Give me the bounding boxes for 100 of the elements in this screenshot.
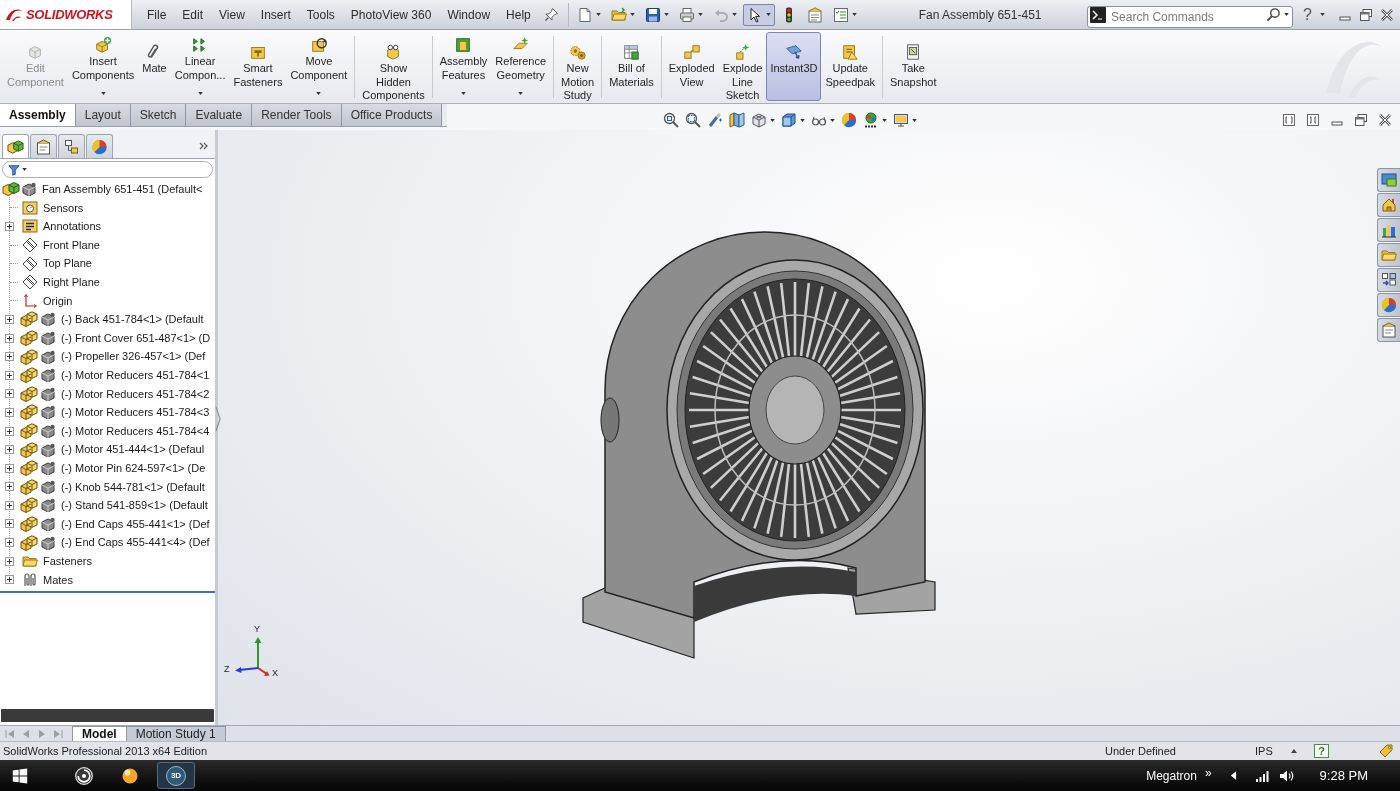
tree-item[interactable]: (-) Back 451-784<1> (Default (61, 311, 204, 328)
search-field[interactable]: Search Commands (1087, 5, 1294, 28)
bracket-frame-icon[interactable] (1306, 113, 1320, 127)
task-pane-tab[interactable] (1377, 193, 1400, 217)
plus-box-icon[interactable] (5, 370, 14, 380)
view-tool-button[interactable] (729, 112, 745, 128)
panel-tab[interactable] (2, 134, 29, 158)
horizontal-scrollbar[interactable] (1, 709, 214, 722)
model-tab[interactable]: Model (72, 726, 127, 741)
ribbon-button[interactable]: Explode Line Sketch (718, 32, 767, 101)
menu-item[interactable]: Help (498, 5, 539, 24)
restore-icon[interactable] (1359, 7, 1373, 22)
plus-box-icon[interactable] (5, 556, 14, 566)
triangle-icon[interactable] (1229, 770, 1237, 781)
task-pane-tab[interactable] (1377, 168, 1400, 192)
double-chevron-icon[interactable] (199, 141, 209, 151)
tree-item[interactable]: (-) Propeller 326-457<1> (Def (61, 348, 206, 365)
tree-item[interactable]: (-) Motor Reducers 451-784<3 (61, 404, 210, 421)
taskbar-app[interactable]: 3D (157, 762, 195, 789)
ribbon-button[interactable]: Smart Fasteners (229, 32, 287, 101)
command-tab[interactable]: Render Tools (252, 104, 342, 126)
plus-box-icon[interactable] (5, 575, 14, 585)
menu-item[interactable]: File (139, 5, 175, 24)
bracket-frame-icon[interactable] (1282, 113, 1296, 127)
tree-item[interactable]: (-) Motor Reducers 451-784<4 (61, 422, 210, 440)
ribbon-button[interactable]: Instant3D (766, 32, 822, 101)
search-icon[interactable] (1266, 6, 1282, 22)
plus-box-icon[interactable] (5, 463, 14, 473)
panel-tab[interactable] (30, 134, 57, 158)
tree-item[interactable]: Fasteners (43, 552, 92, 570)
caret-icon[interactable] (1320, 13, 1325, 16)
ribbon-button[interactable]: Bill of Materials (605, 32, 658, 101)
view-tool-button[interactable] (707, 112, 723, 128)
view-tool-button[interactable] (751, 112, 775, 128)
menu-item[interactable]: Window (439, 5, 499, 24)
panel-tab[interactable] (86, 134, 113, 158)
tree-item[interactable]: (-) Front Cover 651-487<1> (D (61, 329, 211, 347)
tree-item[interactable]: Fan Assembly 651-451 (Default< (42, 181, 203, 198)
task-pane-tab[interactable] (1377, 293, 1400, 317)
ribbon-button[interactable]: Take Snapshot (886, 32, 941, 101)
plus-box-icon[interactable] (5, 538, 14, 548)
menu-item[interactable]: View (211, 5, 253, 24)
plus-box-icon[interactable] (5, 482, 14, 492)
user-name[interactable]: Megatron (1146, 766, 1197, 785)
close-icon[interactable] (1380, 7, 1394, 22)
tree-item[interactable]: (-) End Caps 455-441<1> (Def (61, 515, 210, 533)
command-tab[interactable]: Layout (75, 104, 131, 126)
tree-item[interactable]: Annotations (43, 218, 102, 235)
plus-box-icon[interactable] (5, 352, 14, 362)
ribbon-button[interactable]: New Motion Study (557, 32, 599, 101)
tree-item[interactable]: (-) Motor Pin 624-597<1> (De (61, 459, 206, 477)
units-button[interactable]: IPS (1255, 742, 1291, 760)
overflow-button[interactable]: » (1204, 766, 1212, 779)
menu-item[interactable]: Edit (174, 5, 212, 24)
tree-item[interactable]: (-) Motor Reducers 451-784<1 (61, 367, 210, 384)
plus-box-icon[interactable] (5, 500, 14, 510)
ribbon-button[interactable]: Reference Geometry (491, 32, 551, 101)
restore-icon[interactable] (1354, 113, 1368, 127)
tree-item[interactable]: (-) Knob 544-781<1> (Default (61, 478, 205, 496)
plus-box-icon[interactable] (5, 333, 14, 343)
signal-bars-icon[interactable] (1254, 769, 1269, 782)
view-tool-button[interactable] (863, 112, 887, 128)
model-tab[interactable]: Motion Study 1 (126, 726, 226, 741)
task-pane-tab[interactable] (1377, 218, 1400, 242)
tree-item[interactable]: Sensors (43, 199, 84, 217)
ribbon-button[interactable]: Exploded View (664, 32, 719, 101)
ribbon-button[interactable]: Update Speedpak (821, 32, 880, 101)
splitter-grip-icon[interactable] (215, 406, 221, 432)
menu-item[interactable]: PhotoView 360 (342, 5, 440, 24)
view-tool-button[interactable] (663, 112, 679, 128)
view-tool-button[interactable] (893, 112, 917, 128)
tree-item[interactable]: (-) Motor 451-444<1> (Defaul (61, 441, 205, 458)
command-tab[interactable]: Evaluate (186, 104, 253, 126)
plus-box-icon[interactable] (5, 445, 14, 455)
close-icon[interactable] (1378, 113, 1392, 127)
menu-item[interactable]: Tools (298, 5, 343, 24)
caret-icon[interactable] (1284, 12, 1290, 16)
tree-item[interactable]: Top Plane (43, 255, 92, 272)
task-pane-tab[interactable] (1377, 318, 1400, 342)
tree-item[interactable]: Right Plane (43, 274, 100, 291)
ribbon-button[interactable]: Show Hidden Components (358, 32, 429, 101)
panel-tab[interactable] (58, 134, 85, 158)
tree-item[interactable]: Front Plane (43, 236, 100, 254)
plus-box-icon[interactable] (5, 222, 14, 231)
ribbon-button[interactable]: Mate (138, 32, 171, 101)
tree-item[interactable]: (-) End Caps 455-441<4> (Def (61, 534, 210, 551)
ribbon-button[interactable]: Linear Compon... (170, 32, 230, 101)
plus-box-icon[interactable] (5, 426, 14, 436)
filter-field[interactable] (2, 161, 213, 178)
tree-item[interactable]: Mates (43, 571, 73, 588)
menu-item[interactable]: Insert (252, 5, 299, 24)
view-tool-button[interactable] (685, 112, 701, 128)
plus-box-icon[interactable] (5, 519, 14, 529)
ribbon-button[interactable]: Move Component (286, 32, 352, 101)
select-button[interactable] (742, 3, 775, 26)
clock-text[interactable]: 9:28 PM (1319, 765, 1368, 786)
tree-item[interactable]: Origin (43, 292, 73, 310)
plus-box-icon[interactable] (5, 314, 14, 324)
tree-item[interactable]: (-) Motor Reducers 451-784<2 (61, 385, 210, 403)
help-button[interactable]: ? (1302, 6, 1313, 23)
